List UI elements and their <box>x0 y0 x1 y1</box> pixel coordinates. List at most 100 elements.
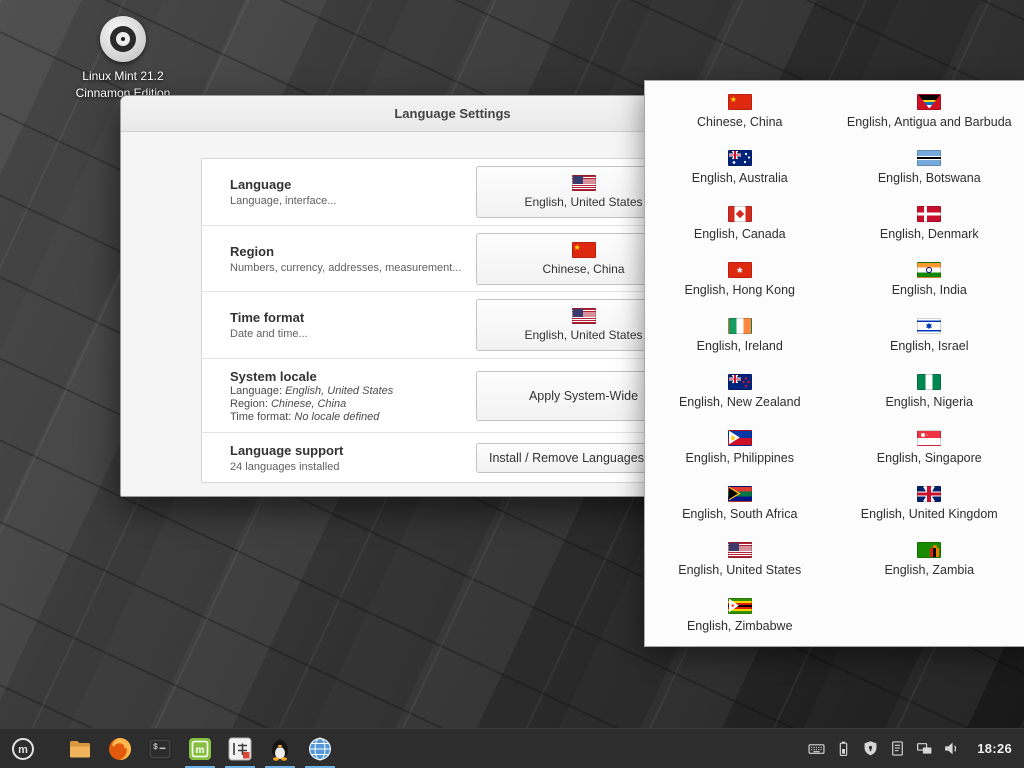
files-launcher[interactable] <box>60 729 100 768</box>
system-locale-title: System locale <box>230 369 476 384</box>
language-row-subtitle: Language, interface... <box>230 195 476 207</box>
language-option-label: English, New Zealand <box>679 395 801 409</box>
language-option[interactable]: English, Nigeria <box>835 363 1024 419</box>
input-method-icon <box>227 736 253 762</box>
desktop: Linux Mint 21.2 Cinnamon Edition Languag… <box>0 0 1024 768</box>
flag-icon <box>917 318 941 334</box>
terminal-launcher[interactable]: $ <box>140 729 180 768</box>
language-row-title: Language <box>230 177 476 192</box>
language-option[interactable]: English, Hong Kong <box>645 251 835 307</box>
language-option-label: English, Zimbabwe <box>687 619 793 633</box>
folder-icon <box>67 736 93 762</box>
language-option-label: English, India <box>892 283 967 297</box>
language-option[interactable]: English, Ireland <box>645 307 835 363</box>
desktop-icon-mint-edition[interactable]: Linux Mint 21.2 Cinnamon Edition <box>60 16 186 102</box>
china-flag-icon <box>572 242 596 258</box>
system-locale-text: System locale Language: English, United … <box>230 369 476 423</box>
svg-text:m: m <box>18 744 28 756</box>
system-locale-language-line: Language: English, United States <box>230 385 476 397</box>
system-tray: 18:26 <box>807 740 1024 758</box>
language-option-label: Chinese, China <box>697 115 782 129</box>
language-option-label: English, Canada <box>694 227 786 241</box>
mint-logo-icon: m <box>187 736 213 762</box>
language-option-label: English, Antigua and Barbuda <box>847 115 1012 129</box>
battery-tray-icon[interactable] <box>834 740 852 758</box>
flag-icon <box>917 150 941 166</box>
settings-box: Language Language, interface... English,… <box>201 158 706 483</box>
flag-icon <box>917 430 941 446</box>
us-flag-icon <box>572 308 596 324</box>
language-option-label: English, United States <box>678 563 801 577</box>
language-option-label: English, Philippines <box>686 451 794 465</box>
mint-menu-button[interactable]: m <box>0 729 46 768</box>
region-row-subtitle: Numbers, currency, addresses, measuremen… <box>230 262 476 274</box>
tux-penguin-icon <box>267 736 293 762</box>
flag-icon <box>728 598 752 614</box>
taskbar-clock[interactable]: 18:26 <box>977 741 1012 756</box>
flag-icon <box>728 486 752 502</box>
language-option-label: English, Singapore <box>877 451 982 465</box>
language-option[interactable]: English, Botswana <box>835 139 1024 195</box>
input-method-window-button[interactable] <box>220 729 260 768</box>
flag-icon <box>728 430 752 446</box>
us-flag-icon <box>572 175 596 191</box>
language-select-label: English, United States <box>524 195 642 209</box>
shield-tray-icon[interactable] <box>861 740 879 758</box>
language-option[interactable]: English, Zambia <box>835 531 1024 587</box>
language-option-label: English, Australia <box>692 171 788 185</box>
language-option-label: English, Botswana <box>878 171 981 185</box>
flag-icon <box>728 262 752 278</box>
language-option[interactable]: English, Australia <box>645 139 835 195</box>
flag-icon <box>917 542 941 558</box>
flag-icon <box>917 486 941 502</box>
network-tray-icon[interactable] <box>915 740 933 758</box>
language-option[interactable]: English, United Kingdom <box>835 475 1024 531</box>
language-option[interactable]: English, United States <box>645 531 835 587</box>
language-option[interactable]: English, South Africa <box>645 475 835 531</box>
language-support-row: Language support 24 languages installed … <box>202 433 705 482</box>
language-option-label: English, Nigeria <box>885 395 973 409</box>
flag-icon <box>728 542 752 558</box>
flag-icon <box>728 374 752 390</box>
firefox-icon <box>107 736 133 762</box>
language-option[interactable]: English, Antigua and Barbuda <box>835 83 1024 139</box>
language-row-text: Language Language, interface... <box>230 177 476 207</box>
tux-window-button[interactable] <box>260 729 300 768</box>
language-option[interactable]: English, Denmark <box>835 195 1024 251</box>
language-option-label: English, Ireland <box>697 339 783 353</box>
language-support-title: Language support <box>230 443 476 458</box>
language-option[interactable]: English, Israel <box>835 307 1024 363</box>
flag-icon <box>728 150 752 166</box>
language-option-label: English, Israel <box>890 339 969 353</box>
svg-text:$: $ <box>153 743 158 752</box>
window-title: Language Settings <box>394 106 510 121</box>
time-format-row-text: Time format Date and time... <box>230 310 476 340</box>
flag-icon <box>728 94 752 110</box>
time-format-row-title: Time format <box>230 310 476 325</box>
region-row-text: Region Numbers, currency, addresses, mea… <box>230 244 476 274</box>
language-option[interactable]: English, New Zealand <box>645 363 835 419</box>
language-option[interactable]: English, Philippines <box>645 419 835 475</box>
volume-tray-icon[interactable] <box>942 740 960 758</box>
time-format-select-label: English, United States <box>524 328 642 342</box>
mint-welcome-window-button[interactable]: m <box>180 729 220 768</box>
locale-window-button[interactable] <box>300 729 340 768</box>
time-format-row: Time format Date and time... English, Un… <box>202 292 705 359</box>
language-option[interactable]: English, Canada <box>645 195 835 251</box>
keyboard-tray-icon[interactable] <box>807 740 825 758</box>
flag-icon <box>728 318 752 334</box>
document-tray-icon[interactable] <box>888 740 906 758</box>
language-option[interactable]: Chinese, China <box>645 83 835 139</box>
language-option[interactable]: English, Zimbabwe <box>645 587 835 643</box>
flag-icon <box>728 206 752 222</box>
system-locale-region-line: Region: Chinese, China <box>230 398 476 410</box>
language-option-label: English, Hong Kong <box>685 283 796 297</box>
mint-cd-icon <box>100 16 146 62</box>
firefox-launcher[interactable] <box>100 729 140 768</box>
mint-menu-icon: m <box>11 737 35 761</box>
language-option[interactable]: English, India <box>835 251 1024 307</box>
flag-icon <box>917 374 941 390</box>
language-option[interactable]: English, Singapore <box>835 419 1024 475</box>
language-option-label: English, Denmark <box>880 227 979 241</box>
terminal-icon: $ <box>147 736 173 762</box>
